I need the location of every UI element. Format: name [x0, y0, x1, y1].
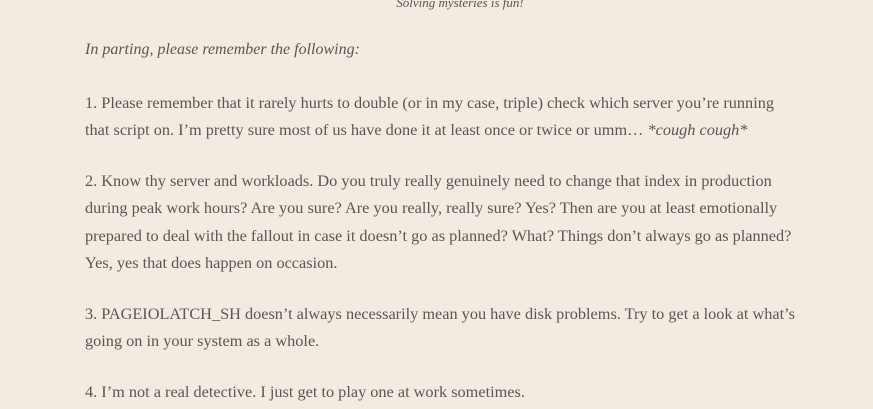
list-item-line: going on in your system as a whole. [85, 331, 320, 351]
list-item: 1. Please remember that it rarely hurts … [85, 89, 774, 144]
list-item-line: 1. Please remember that it rarely hurts … [85, 93, 775, 112]
list-item-line: that script on. I’m pretty sure most of … [85, 116, 774, 143]
list-item-line: 2. Know thy server and workloads. Do you… [85, 171, 772, 190]
list-item: 4. I’m not a real detective. I just get … [85, 378, 525, 405]
list-item: 3. PAGEIOLATCH_SH doesn’t always necessa… [85, 300, 795, 355]
aside-text: *cough cough* [647, 120, 748, 140]
list-item-line: 3. PAGEIOLATCH_SH doesn’t always necessa… [85, 304, 795, 323]
list-item-line: during peak work hours? Are you sure? Ar… [85, 198, 778, 218]
intro-text: In parting, please remember the followin… [85, 41, 360, 58]
list-item-line: prepared to deal with the fallout in cas… [85, 225, 792, 245]
list-item-line: 4. I’m not a real detective. I just get … [85, 382, 525, 401]
list-item: 2. Know thy server and workloads. Do you… [85, 167, 791, 277]
image-caption: Solving mysteries is fun! [396, 0, 524, 10]
list-item-line: Yes, yes that does happen on occasion. [85, 253, 338, 273]
line-text: that script on. I’m pretty sure most of … [85, 120, 648, 140]
